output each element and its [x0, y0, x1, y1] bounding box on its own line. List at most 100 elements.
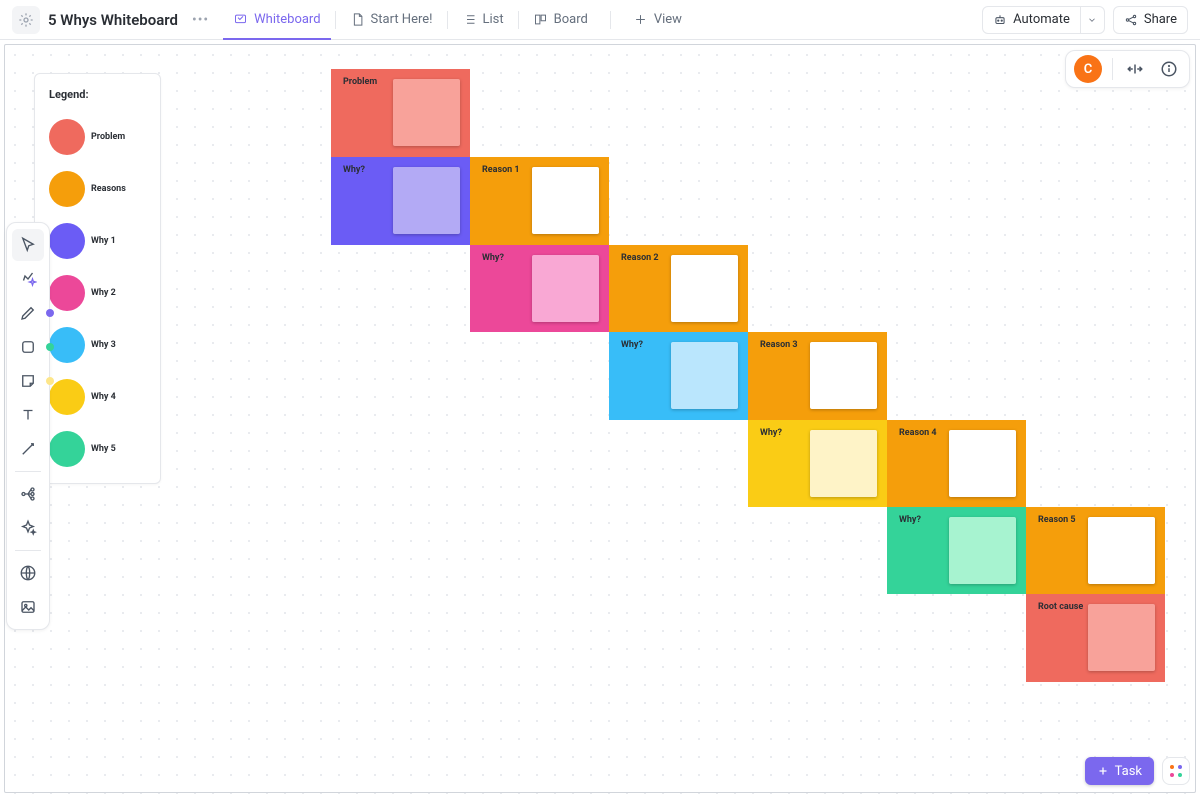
card-label: Why? [760, 428, 782, 438]
legend-item[interactable]: Why 4 [49, 371, 146, 423]
whiteboard-card[interactable]: Reason 1 [470, 157, 609, 245]
pointer-icon[interactable] [12, 229, 44, 261]
legend-label: Why 5 [91, 444, 116, 454]
whiteboard-card[interactable]: Why? [609, 332, 748, 420]
connector-icon[interactable] [12, 433, 44, 465]
whiteboard-icon [233, 12, 248, 27]
card-label: Reason 1 [482, 165, 520, 175]
legend-label: Why 4 [91, 392, 116, 402]
legend-panel[interactable]: Legend: Problem Reasons Why 1 Why 2 Why 3 Why… [34, 73, 161, 484]
globe-icon[interactable] [12, 557, 44, 589]
card-label: Reason 5 [1038, 515, 1076, 525]
task-button[interactable]: Task [1085, 757, 1154, 785]
legend-swatch [49, 171, 85, 207]
legend-label: Problem [91, 132, 125, 142]
legend-item[interactable]: Reasons [49, 163, 146, 215]
stage-controls: C [1065, 50, 1190, 88]
card-label: Why? [343, 165, 365, 175]
tab-list[interactable]: List [452, 0, 514, 40]
document-icon [350, 12, 365, 27]
robot-icon [993, 13, 1007, 27]
legend-title: Legend: [49, 88, 146, 101]
plus-icon [1097, 765, 1109, 777]
pen-icon[interactable] [12, 297, 44, 329]
sticky-note[interactable] [949, 430, 1016, 497]
sticky-note[interactable] [393, 79, 460, 146]
whiteboard-card[interactable]: Why? [887, 507, 1026, 594]
card-label: Root cause [1038, 602, 1083, 612]
whiteboard-card[interactable]: Why? [470, 245, 609, 332]
apps-button[interactable] [1162, 757, 1190, 785]
image-icon[interactable] [12, 591, 44, 623]
legend-label: Why 2 [91, 288, 116, 298]
whiteboard-card[interactable]: Reason 5 [1026, 507, 1165, 594]
avatar[interactable]: C [1074, 55, 1102, 83]
legend-label: Reasons [91, 184, 126, 194]
whiteboard-card[interactable]: Reason 4 [887, 420, 1026, 507]
topbar: 5 Whys Whiteboard ••• WhiteboardStart He… [0, 0, 1200, 40]
tab-whiteboard[interactable]: Whiteboard [223, 0, 330, 40]
whiteboard-card[interactable]: Reason 3 [748, 332, 887, 420]
sticky-note[interactable] [810, 430, 877, 497]
sticky-note[interactable] [532, 167, 599, 234]
mindmap-icon[interactable] [12, 478, 44, 510]
more-icon[interactable]: ••• [186, 12, 215, 28]
whiteboard-card[interactable]: Why? [748, 420, 887, 507]
text-icon[interactable] [12, 399, 44, 431]
share-icon [1124, 13, 1138, 27]
sticky-note[interactable] [949, 517, 1016, 584]
logo-icon [12, 6, 40, 34]
whiteboard-card[interactable]: Root cause [1026, 594, 1165, 682]
legend-item[interactable]: Why 3 [49, 319, 146, 371]
info-icon[interactable] [1157, 57, 1181, 81]
sticky-note[interactable] [393, 167, 460, 234]
tab-board[interactable]: Board [523, 0, 598, 40]
legend-swatch [49, 327, 85, 363]
share-button[interactable]: Share [1113, 6, 1188, 34]
sticky-note[interactable] [1088, 517, 1155, 584]
plus-icon [633, 12, 648, 27]
sticky-note[interactable] [1088, 604, 1155, 671]
card-label: Reason 3 [760, 340, 798, 350]
card-label: Reason 2 [621, 253, 659, 263]
whiteboard-card[interactable]: Problem [331, 69, 470, 157]
fit-width-icon[interactable] [1123, 57, 1147, 81]
sticky-note[interactable] [671, 342, 738, 409]
tool-sidebar [6, 222, 50, 630]
card-label: Reason 4 [899, 428, 937, 438]
card-label: Why? [621, 340, 643, 350]
legend-swatch [49, 119, 85, 155]
page-title: 5 Whys Whiteboard [48, 11, 178, 29]
automate-button[interactable]: Automate [982, 6, 1081, 34]
legend-item[interactable]: Problem [49, 111, 146, 163]
legend-label: Why 1 [91, 236, 116, 246]
tab-start-here-[interactable]: Start Here! [340, 0, 443, 40]
board-icon [533, 12, 548, 27]
add-view-button[interactable]: View [623, 0, 692, 40]
sticky-note-icon[interactable] [12, 365, 44, 397]
legend-item[interactable]: Why 2 [49, 267, 146, 319]
list-icon [462, 12, 477, 27]
add-view-label: View [654, 12, 682, 27]
whiteboard-canvas[interactable]: Legend: Problem Reasons Why 1 Why 2 Why 3 Why… [0, 40, 1200, 797]
sticky-note[interactable] [532, 255, 599, 322]
sticky-note[interactable] [671, 255, 738, 322]
sparkle-icon[interactable] [12, 512, 44, 544]
legend-swatch [49, 223, 85, 259]
sticky-note[interactable] [810, 342, 877, 409]
shape-icon[interactable] [12, 331, 44, 363]
card-label: Why? [482, 253, 504, 263]
view-tabs: WhiteboardStart Here!ListBoard [223, 0, 598, 40]
legend-item[interactable]: Why 1 [49, 215, 146, 267]
whiteboard-card[interactable]: Why? [331, 157, 470, 245]
whiteboard-card[interactable]: Reason 2 [609, 245, 748, 332]
legend-swatch [49, 431, 85, 467]
legend-label: Why 3 [91, 340, 116, 350]
legend-swatch [49, 275, 85, 311]
card-label: Problem [343, 77, 377, 87]
legend-swatch [49, 379, 85, 415]
ai-sparkles-icon[interactable] [12, 263, 44, 295]
card-label: Why? [899, 515, 921, 525]
legend-item[interactable]: Why 5 [49, 423, 146, 475]
automate-more-button[interactable] [1081, 6, 1105, 34]
